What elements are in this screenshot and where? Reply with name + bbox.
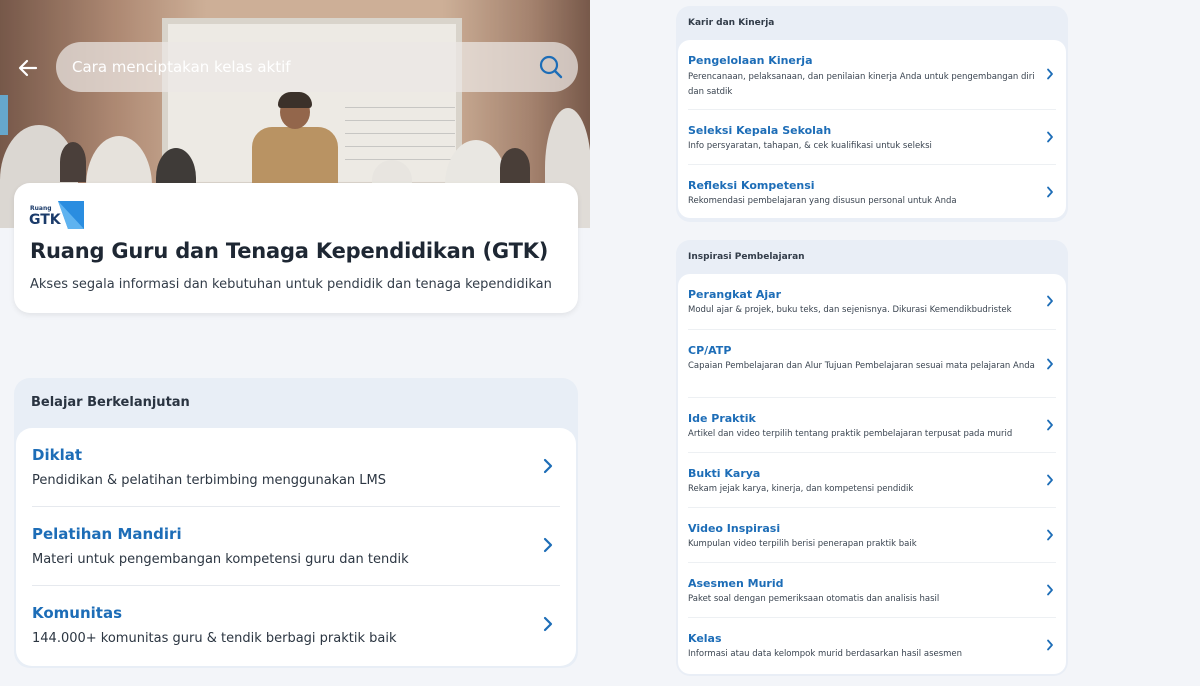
karir-section: Karir dan Kinerja Pengelolaan Kinerja Pe… xyxy=(676,6,1068,222)
section-header: Karir dan Kinerja xyxy=(688,18,775,28)
chevron-right-icon xyxy=(1047,131,1053,143)
list-item-cp-atp[interactable]: CP/ATP Capaian Pembelajaran dan Alur Tuj… xyxy=(688,330,1056,398)
search-icon[interactable] xyxy=(538,54,564,80)
item-title: Seleksi Kepala Sekolah xyxy=(688,124,832,137)
item-title: Komunitas xyxy=(32,604,123,622)
list-item-ide-praktik[interactable]: Ide Praktik Artikel dan video terpilih t… xyxy=(688,398,1056,453)
back-arrow-icon[interactable] xyxy=(14,54,42,82)
item-desc: Paket soal dengan pemeriksaan otomatis d… xyxy=(688,594,940,604)
list-item-pelatihan-mandiri[interactable]: Pelatihan Mandiri Materi untuk pengemban… xyxy=(32,507,560,586)
chevron-right-icon xyxy=(1047,639,1053,651)
list-item-komunitas[interactable]: Komunitas 144.000+ komunitas guru & tend… xyxy=(32,586,560,665)
item-title: Bukti Karya xyxy=(688,467,761,480)
item-title: Asesmen Murid xyxy=(688,577,784,590)
list-item-diklat[interactable]: Diklat Pendidikan & pelatihan terbimbing… xyxy=(32,428,560,507)
item-desc: Pendidikan & pelatihan terbimbing menggu… xyxy=(32,473,387,488)
item-title: Ide Praktik xyxy=(688,412,756,425)
item-title: Diklat xyxy=(32,446,83,464)
left-panel: Ruang GTK Ruang Guru dan Tenaga Kependid… xyxy=(0,0,592,686)
page-subtitle: Akses segala informasi dan kebutuhan unt… xyxy=(30,277,552,292)
item-desc: Artikel dan video terpilih tentang prakt… xyxy=(688,429,1013,439)
chevron-right-icon xyxy=(1047,295,1053,307)
list-item-perangkat-ajar[interactable]: Perangkat Ajar Modul ajar & projek, buku… xyxy=(688,274,1056,330)
chevron-right-icon xyxy=(543,537,553,553)
chevron-right-icon xyxy=(1047,584,1053,596)
logo-text: GTK xyxy=(29,212,61,228)
belajar-section: Belajar Berkelanjutan Diklat Pendidikan … xyxy=(14,378,578,668)
item-title: CP/ATP xyxy=(688,344,732,357)
list-item-seleksi-kepala-sekolah[interactable]: Seleksi Kepala Sekolah Info persyaratan,… xyxy=(688,110,1056,165)
chevron-right-icon xyxy=(1047,358,1053,370)
chevron-right-icon xyxy=(1047,68,1053,80)
item-title: Video Inspirasi xyxy=(688,522,781,535)
item-desc: Informasi atau data kelompok murid berda… xyxy=(688,649,963,659)
list-item-refleksi-kompetensi[interactable]: Refleksi Kompetensi Rekomendasi pembelaj… xyxy=(688,165,1056,218)
item-desc: Capaian Pembelajaran dan Alur Tujuan Pem… xyxy=(688,361,1035,371)
chevron-right-icon xyxy=(1047,474,1053,486)
logo-small-text: Ruang xyxy=(30,205,52,212)
belajar-list: Diklat Pendidikan & pelatihan terbimbing… xyxy=(16,428,576,666)
section-header: Inspirasi Pembelajaran xyxy=(688,252,805,262)
list-item-bukti-karya[interactable]: Bukti Karya Rekam jejak karya, kinerja, … xyxy=(688,453,1056,508)
karir-list: Pengelolaan Kinerja Perencanaan, pelaksa… xyxy=(678,40,1066,218)
page-title: Ruang Guru dan Tenaga Kependidikan (GTK) xyxy=(30,239,549,263)
list-item-kelas[interactable]: Kelas Informasi atau data kelompok murid… xyxy=(688,618,1056,673)
list-item-asesmen-murid[interactable]: Asesmen Murid Paket soal dengan pemeriks… xyxy=(688,563,1056,618)
list-item-video-inspirasi[interactable]: Video Inspirasi Kumpulan video terpilih … xyxy=(688,508,1056,563)
item-desc: Materi untuk pengembangan kompetensi gur… xyxy=(32,552,409,567)
item-desc: 144.000+ komunitas guru & tendik berbagi… xyxy=(32,631,397,646)
item-title: Perangkat Ajar xyxy=(688,288,782,301)
item-desc: Rekomendasi pembelajaran yang disusun pe… xyxy=(688,196,957,206)
search-bar[interactable] xyxy=(56,42,578,92)
item-desc: Rekam jejak karya, kinerja, dan kompeten… xyxy=(688,484,914,494)
inspirasi-section: Inspirasi Pembelajaran Perangkat Ajar Mo… xyxy=(676,240,1068,676)
chevron-right-icon xyxy=(1047,186,1053,198)
list-item-pengelolaan-kinerja[interactable]: Pengelolaan Kinerja Perencanaan, pelaksa… xyxy=(688,40,1056,110)
chevron-right-icon xyxy=(543,616,553,632)
inspirasi-list: Perangkat Ajar Modul ajar & projek, buku… xyxy=(678,274,1066,674)
item-title: Pengelolaan Kinerja xyxy=(688,54,813,67)
item-title: Refleksi Kompetensi xyxy=(688,179,815,192)
item-desc: Perencanaan, pelaksanaan, dan penilaian … xyxy=(688,72,1035,97)
section-header: Belajar Berkelanjutan xyxy=(31,395,190,410)
search-input[interactable] xyxy=(72,58,538,76)
chevron-right-icon xyxy=(543,458,553,474)
gtk-logo: Ruang GTK xyxy=(28,199,86,231)
item-desc: Modul ajar & projek, buku teks, dan seje… xyxy=(688,305,1012,315)
item-desc: Info persyaratan, tahapan, & cek kualifi… xyxy=(688,141,932,151)
chevron-right-icon xyxy=(1047,419,1053,431)
item-title: Pelatihan Mandiri xyxy=(32,525,182,543)
item-title: Kelas xyxy=(688,632,722,645)
item-desc: Kumpulan video terpilih berisi penerapan… xyxy=(688,539,917,549)
gtk-info-card: Ruang GTK Ruang Guru dan Tenaga Kependid… xyxy=(14,183,578,313)
chevron-right-icon xyxy=(1047,529,1053,541)
